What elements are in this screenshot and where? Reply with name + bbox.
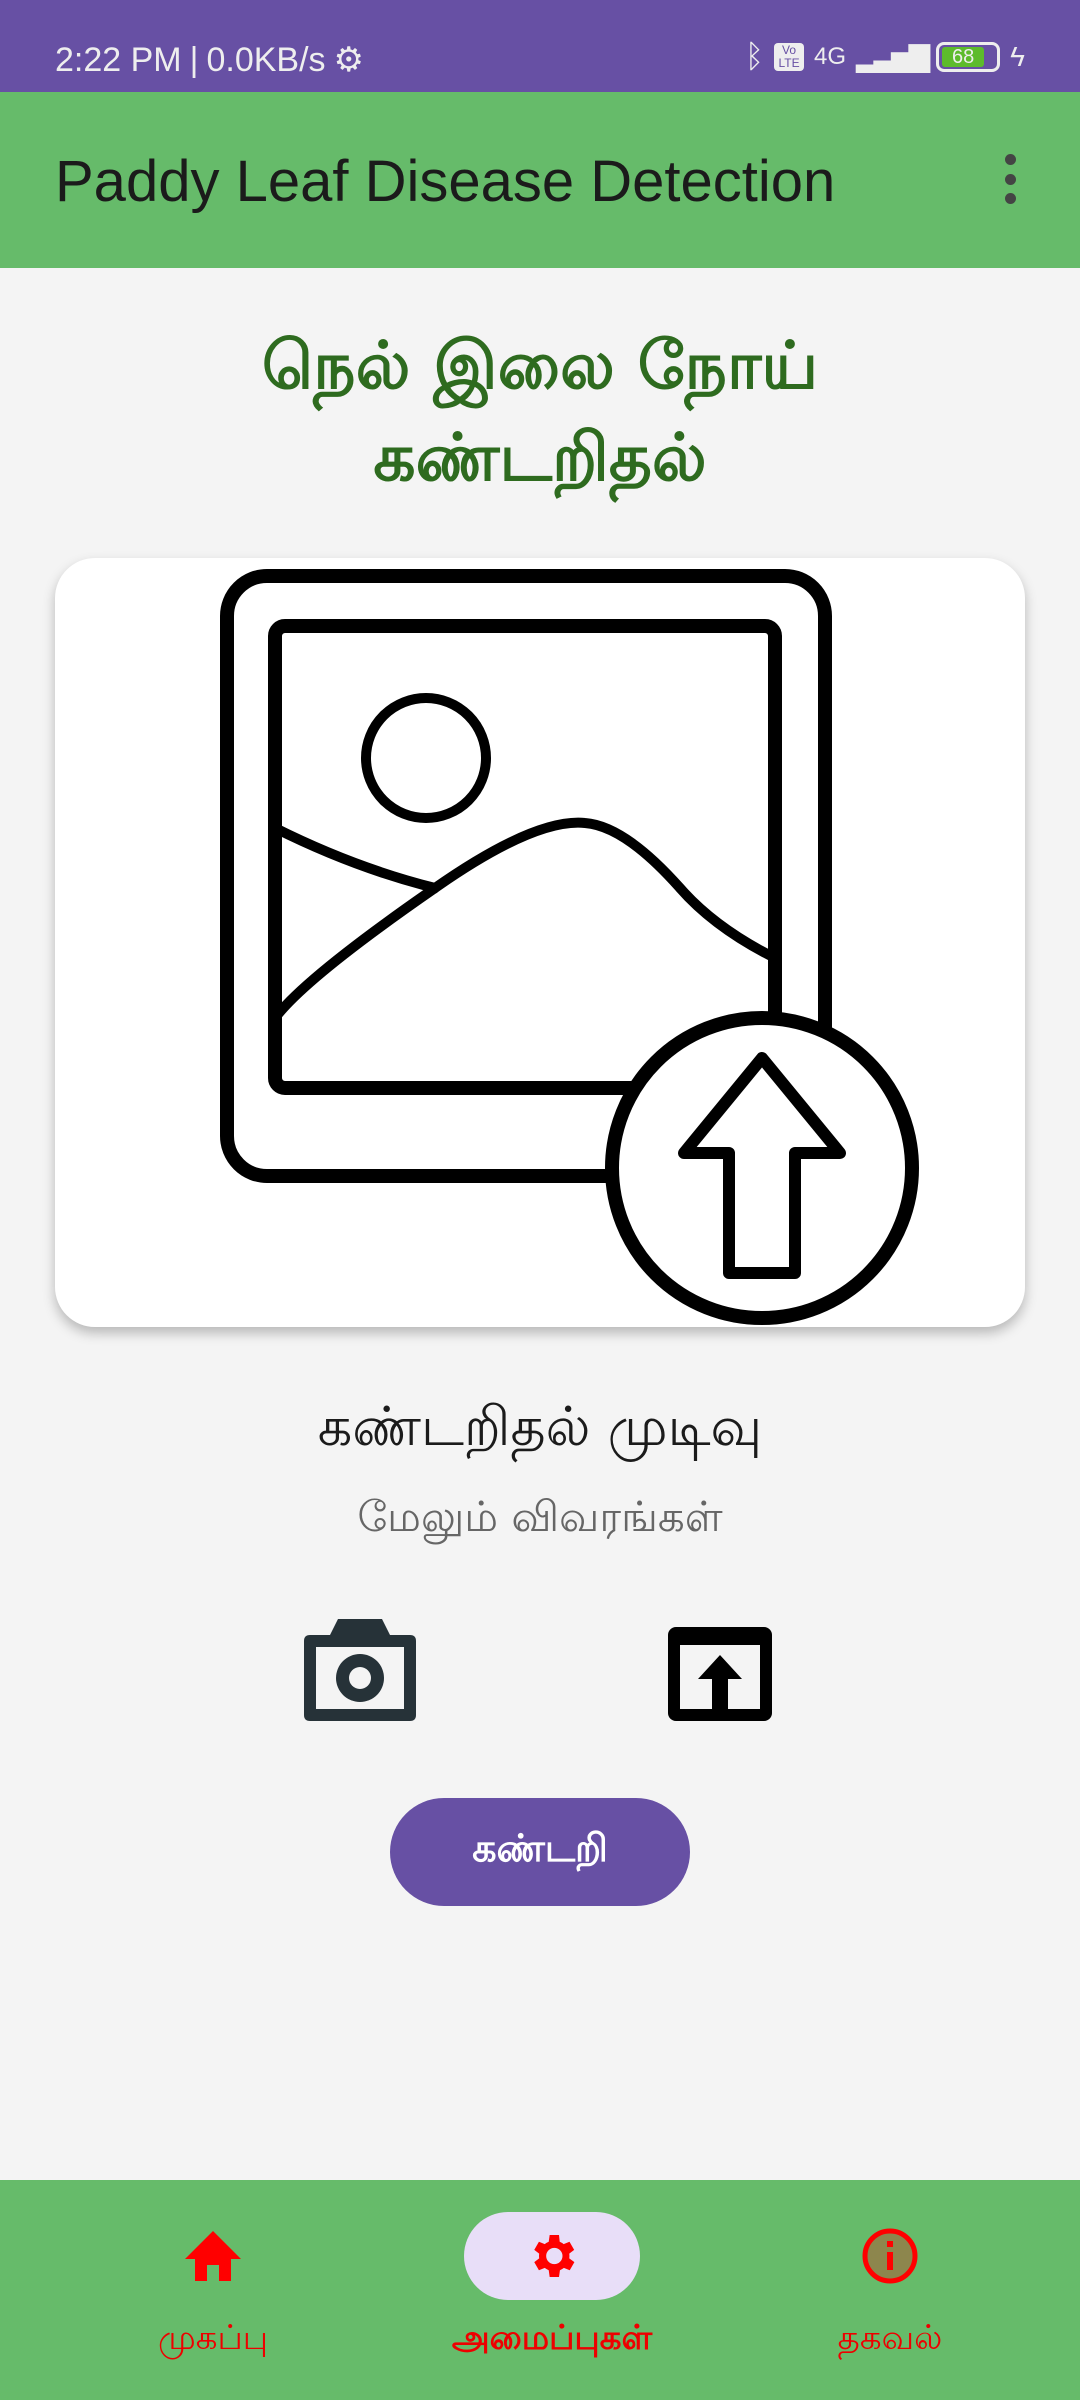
debug-icon: ⚙: [333, 41, 365, 79]
result-title: கண்டறிதல் முடிவு: [317, 1395, 763, 1458]
open-in-new-upload-icon: [668, 1627, 772, 1721]
network-speed: 0.0KB/s: [206, 40, 326, 79]
image-preview-card[interactable]: [55, 558, 1025, 1327]
page-heading: நெல் இலை நோய் கண்டறிதல்: [0, 320, 1080, 504]
detect-button[interactable]: கண்டறி: [390, 1798, 690, 1906]
heading-line-2: கண்டறிதல்: [373, 419, 707, 496]
app-title: Paddy Leaf Disease Detection: [55, 149, 836, 214]
battery-icon: 68: [936, 41, 1001, 72]
bottom-nav: முகப்பு அமைப்புகள் தகவல்: [0, 2180, 1080, 2400]
gallery-upload-button[interactable]: [660, 1615, 780, 1730]
charging-icon: ϟ: [1010, 40, 1025, 72]
status-time: 2:22 PM: [55, 40, 182, 79]
nav-item-home[interactable]: முகப்பு: [33, 2212, 393, 2362]
nav-label: முகப்பு: [157, 2318, 269, 2358]
result-details: மேலும் விவரங்கள்: [357, 1492, 723, 1541]
nav-label: அமைப்புகள்: [451, 2318, 653, 2358]
status-divider: |: [189, 40, 199, 79]
home-icon: [185, 2231, 241, 2281]
bluetooth-icon: ᛒ: [744, 38, 765, 74]
nav-item-settings[interactable]: அமைப்புகள்: [372, 2212, 732, 2362]
app-bar: Paddy Leaf Disease Detection: [0, 92, 1080, 268]
heading-line-1: நெல் இலை நோய்: [261, 327, 819, 404]
battery-level: 68: [942, 46, 985, 67]
camera-button[interactable]: [300, 1615, 420, 1730]
gear-icon: [534, 2235, 575, 2277]
camera-icon: [304, 1619, 416, 1721]
signal-icon: ▂▃▅▇: [856, 41, 930, 72]
nav-item-info[interactable]: தகவல்: [710, 2212, 1070, 2362]
more-vert-icon[interactable]: [1000, 154, 1020, 204]
nav-label: தகவல்: [837, 2318, 943, 2358]
volte-icon: Vo LTE: [774, 42, 805, 71]
image-upload-icon: [220, 569, 919, 1325]
network-type: 4G: [814, 42, 847, 70]
info-icon: [862, 2228, 918, 2284]
status-bar: 2:22 PM | 0.0KB/s ⚙ ᛒ Vo LTE 4G ▂▃▅▇ 68 …: [0, 0, 1080, 92]
